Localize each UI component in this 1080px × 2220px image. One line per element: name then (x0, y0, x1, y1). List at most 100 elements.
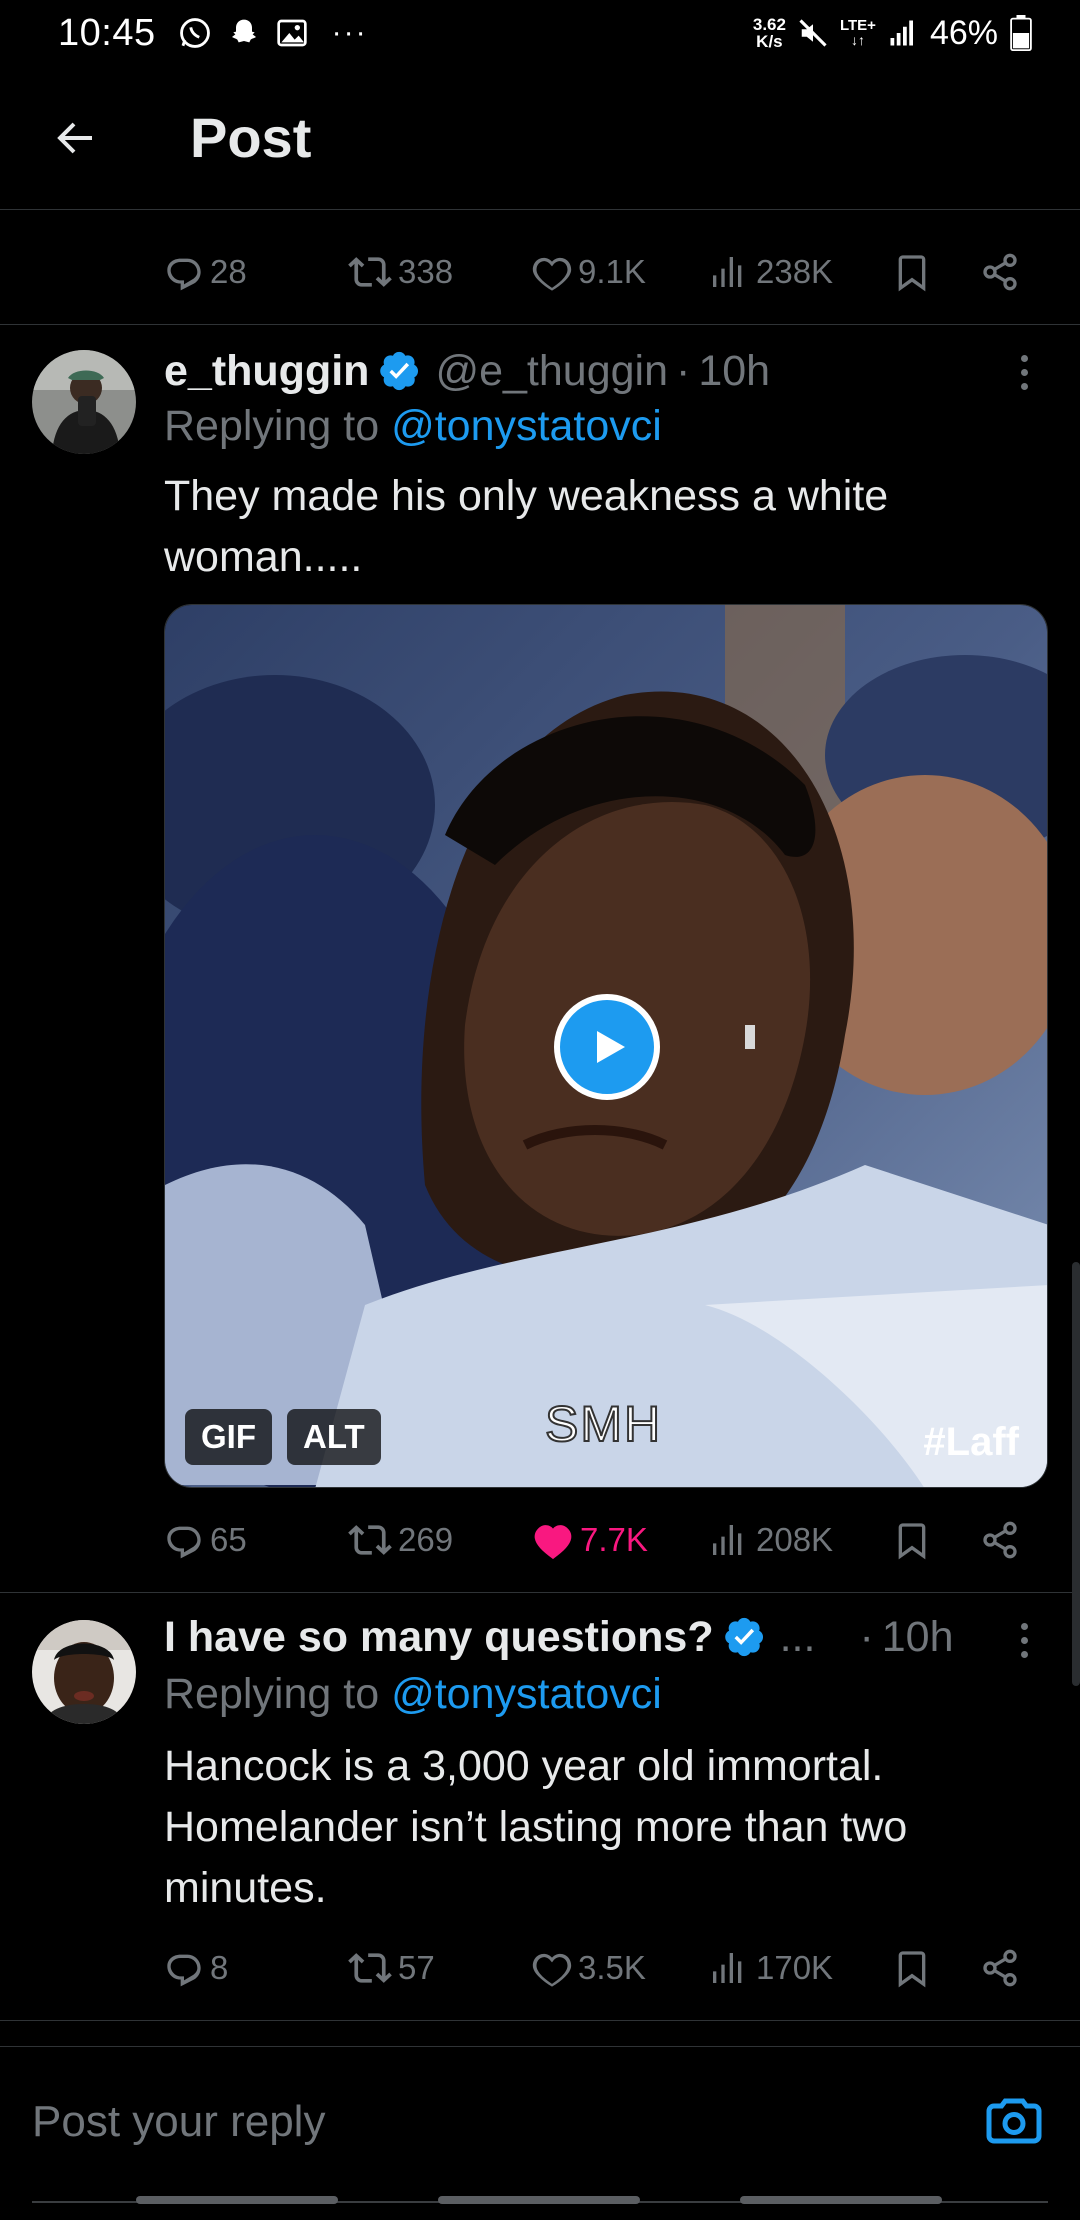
repost-button[interactable]: 338 (348, 250, 453, 294)
repost-icon (348, 1946, 392, 1990)
tweet-actions: 8 57 3.5K 170K (164, 1928, 1044, 2008)
tweet-text: Hancock is a 3,000 year old immortal. Ho… (164, 1736, 1044, 1919)
replying-to: Replying to @tonystatovci (164, 402, 662, 451)
avatar[interactable] (32, 350, 136, 454)
mute-icon (799, 19, 827, 47)
reply-count: 8 (210, 1949, 229, 1986)
network-speed: 3.62 K/s (753, 16, 786, 50)
like-button[interactable]: 3.5K (532, 1948, 646, 1988)
reply-icon (164, 1948, 204, 1988)
bookmark-button[interactable] (892, 252, 932, 292)
like-icon (532, 1948, 572, 1988)
camera-icon (986, 2098, 1042, 2144)
views-button[interactable]: 238K (710, 252, 833, 292)
more-icon[interactable] (1004, 342, 1044, 402)
tweet-time[interactable]: 10h (698, 347, 770, 396)
view-count: 238K (756, 253, 834, 290)
reply-icon (164, 252, 204, 292)
share-icon (980, 1520, 1020, 1560)
share-button[interactable] (980, 1948, 1020, 1988)
signal-icon (890, 20, 913, 46)
views-button[interactable]: 170K (710, 1948, 833, 1988)
reply-button[interactable]: 8 (164, 1948, 228, 1988)
tweet-text: They made his only weakness a white woma… (164, 472, 889, 581)
divider (0, 1592, 1080, 1593)
page-title: Post (190, 106, 312, 169)
verified-icon (724, 1616, 766, 1658)
reply-count: 65 (210, 1521, 247, 1558)
reply-icon (164, 1520, 204, 1560)
separator-dot: · (859, 1612, 874, 1661)
like-button[interactable]: 9.1K (532, 252, 646, 292)
whatsapp-icon (179, 18, 210, 48)
tweet-media[interactable]: GIF ALT SMH #Laff (164, 604, 1048, 1488)
nav-recents-button[interactable] (136, 2196, 338, 2204)
avatar[interactable] (32, 1620, 136, 1724)
notification-icons: ··· (178, 16, 368, 50)
like-icon (532, 1519, 574, 1561)
main-post-actions: 28 338 9.1K 238K (164, 232, 1044, 312)
divider (0, 2020, 1080, 2021)
views-icon (710, 1948, 750, 1988)
nav-back-button[interactable] (740, 2196, 942, 2204)
play-button[interactable] (554, 994, 660, 1100)
alt-badge[interactable]: ALT (287, 1409, 381, 1465)
speed-value: 3.62 (752, 15, 786, 34)
reply-count: 28 (210, 253, 247, 290)
bookmark-button[interactable] (892, 1948, 932, 1988)
tweet-header: e_thuggin @e_thuggin · 10h (164, 340, 770, 402)
back-arrow-icon (57, 122, 92, 153)
tweet-text-line: Homelander isn’t lasting more than two m… (164, 1803, 908, 1912)
more-notifications-icon: ··· (331, 16, 368, 49)
status-bar: 10:45 ··· 3.62 K/s LTE+ ↓↑ 46% (0, 0, 1080, 66)
bookmark-icon (892, 1520, 932, 1560)
status-time: 10:45 (58, 11, 156, 54)
share-button[interactable] (980, 252, 1020, 292)
more-icon[interactable] (1004, 1610, 1044, 1670)
camera-button[interactable] (984, 2091, 1044, 2151)
repost-button[interactable]: 57 (348, 1946, 435, 1990)
tweet-text-line: Hancock is a 3,000 year old immortal. (164, 1742, 884, 1790)
repost-count: 269 (398, 1521, 454, 1558)
media-caption: SMH (544, 1395, 663, 1453)
replying-to-link[interactable]: @tonystatovci (391, 1670, 662, 1718)
separator-dot: · (676, 346, 691, 395)
network-label: LTE+ (839, 17, 876, 34)
gallery-icon (276, 19, 307, 47)
scrollbar[interactable] (1072, 1262, 1080, 1686)
reply-input[interactable] (32, 2087, 952, 2157)
battery-percent: 46% (929, 13, 998, 52)
repost-icon (348, 250, 392, 294)
name-ellipsis: ... (779, 1612, 816, 1661)
views-icon (710, 252, 750, 292)
replying-to: Replying to @tonystatovci (164, 1670, 662, 1719)
display-name[interactable]: I have so many questions? (164, 1613, 714, 1662)
share-icon (980, 252, 1020, 292)
like-count: 9.1K (578, 253, 646, 290)
like-icon (532, 252, 572, 292)
replying-prefix: Replying to (164, 1670, 392, 1718)
divider (0, 324, 1080, 325)
replying-to-link[interactable]: @tonystatovci (391, 402, 662, 450)
bookmark-button[interactable] (892, 1520, 932, 1560)
share-button[interactable] (980, 1520, 1020, 1560)
reply-button[interactable]: 65 (164, 1520, 247, 1560)
repost-button[interactable]: 269 (348, 1518, 453, 1562)
bookmark-icon (892, 252, 932, 292)
status-right: 3.62 K/s LTE+ ↓↑ 46% (753, 14, 1032, 53)
reply-button[interactable]: 28 (164, 252, 247, 292)
battery-icon (1010, 15, 1032, 51)
nav-home-button[interactable] (438, 2196, 640, 2204)
display-name[interactable]: e_thuggin (164, 347, 369, 396)
like-button[interactable]: 7.7K (532, 1519, 648, 1561)
tweet-header: I have so many questions? ... · 10h (164, 1606, 1044, 1668)
gif-badge: GIF (185, 1409, 272, 1465)
back-button[interactable] (34, 98, 114, 178)
view-count: 208K (756, 1521, 834, 1558)
views-button[interactable]: 208K (710, 1520, 833, 1560)
repost-count: 338 (398, 253, 454, 290)
user-handle[interactable]: @e_thuggin (435, 347, 668, 396)
repost-count: 57 (398, 1949, 435, 1986)
tweet-time[interactable]: 10h (882, 1613, 954, 1662)
media-watermark: #Laff (923, 1420, 1019, 1464)
